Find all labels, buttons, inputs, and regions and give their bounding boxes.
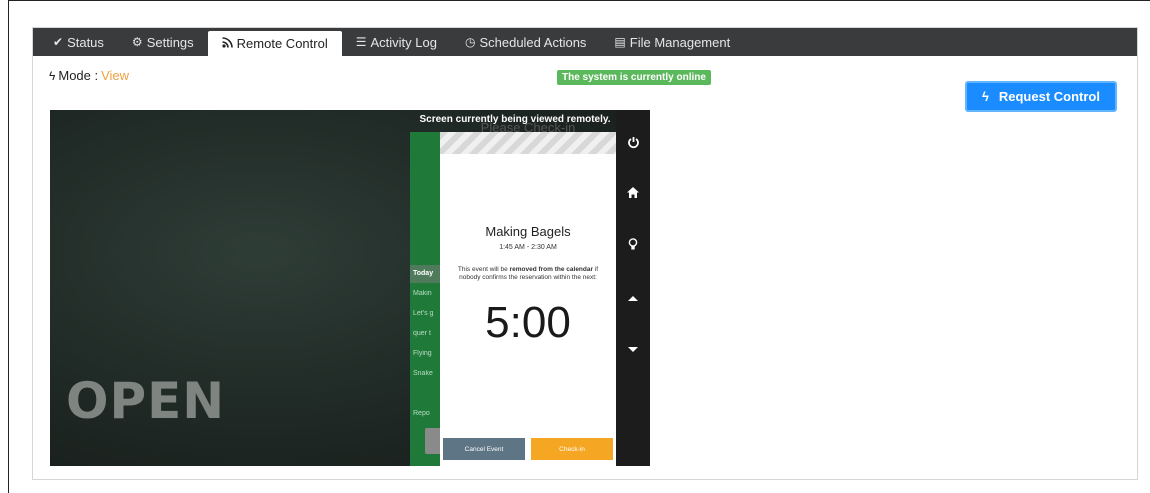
remote-view-banner: Screen currently being viewed remotely.: [419, 114, 611, 125]
tab-bar: ✔ Status ⚙ Settings Remote Control ☰ Act…: [33, 28, 1137, 56]
gear-icon: ⚙: [131, 35, 143, 49]
open-sign-text: OPEN: [66, 372, 226, 430]
lightbulb-icon[interactable]: [616, 238, 650, 254]
mode-value: View: [101, 68, 130, 83]
tab-remote-control[interactable]: Remote Control: [207, 31, 342, 56]
list-item: Snake: [413, 370, 433, 377]
home-icon[interactable]: [616, 186, 650, 201]
list-item: Repo: [413, 410, 430, 417]
power-icon[interactable]: [616, 136, 650, 152]
event-time: 1:45 AM - 2:30 AM: [499, 244, 557, 251]
main-panel: ✔ Status ⚙ Settings Remote Control ☰ Act…: [32, 27, 1138, 480]
tab-label: Remote Control: [236, 36, 328, 51]
check-in-button[interactable]: Check-in: [531, 438, 613, 460]
list-item: Flying: [413, 350, 432, 357]
file-icon: ▤: [614, 35, 626, 49]
caret-up-icon[interactable]: [616, 290, 650, 305]
tab-file-management[interactable]: ▤ File Management: [600, 28, 744, 56]
dialog-header-stripe: [440, 132, 616, 154]
list-icon: ☰: [355, 35, 367, 49]
tab-status[interactable]: ✔ Status: [39, 28, 118, 56]
message-text: This event will be: [457, 266, 508, 273]
check-icon: ✔: [53, 35, 64, 49]
list-item: quer t: [413, 330, 431, 337]
bolt-icon: ϟ: [49, 68, 56, 83]
cancel-event-button[interactable]: Cancel Event: [443, 438, 525, 460]
rss-icon: [222, 36, 233, 51]
tab-activity-log[interactable]: ☰ Activity Log: [342, 28, 451, 56]
tab-label: Status: [67, 34, 104, 50]
tab-label: File Management: [629, 34, 731, 50]
countdown-timer: 5:00: [485, 298, 571, 347]
tab-settings[interactable]: ⚙ Settings: [118, 28, 208, 56]
list-item: Today: [410, 265, 440, 283]
remote-screen-view[interactable]: OPEN Today Makin Let's g quer t Flying S…: [50, 110, 650, 466]
request-control-label: Request Control: [998, 89, 1100, 104]
message-bold-text: removed from the calendar: [509, 266, 594, 273]
mode-label: Mode :: [58, 68, 99, 83]
mode-indicator: ϟ Mode : View: [49, 68, 129, 83]
clock-icon: ◷: [464, 35, 476, 49]
event-message: This event will be removed from the cale…: [450, 266, 606, 282]
caret-down-icon[interactable]: [616, 341, 650, 356]
schedule-list-panel: Today Makin Let's g quer t Flying Snake …: [410, 132, 445, 466]
check-in-dialog: Please Check-in Making Bagels 1:45 AM - …: [440, 120, 616, 466]
bolt-icon: ϟ: [981, 89, 989, 104]
tab-label: Settings: [146, 34, 194, 50]
request-control-button[interactable]: ϟ Request Control: [965, 81, 1117, 112]
event-title: Making Bagels: [485, 224, 571, 239]
top-border: [8, 0, 1150, 1]
status-badge: The system is currently online: [557, 70, 711, 85]
tab-label: Scheduled Actions: [479, 34, 587, 50]
left-border: [8, 0, 9, 493]
tab-scheduled-actions[interactable]: ◷ Scheduled Actions: [451, 28, 600, 56]
list-item: Makin: [413, 290, 432, 297]
list-item: Let's g: [413, 310, 434, 317]
tab-label: Activity Log: [370, 34, 437, 50]
device-side-bar: [616, 110, 650, 466]
